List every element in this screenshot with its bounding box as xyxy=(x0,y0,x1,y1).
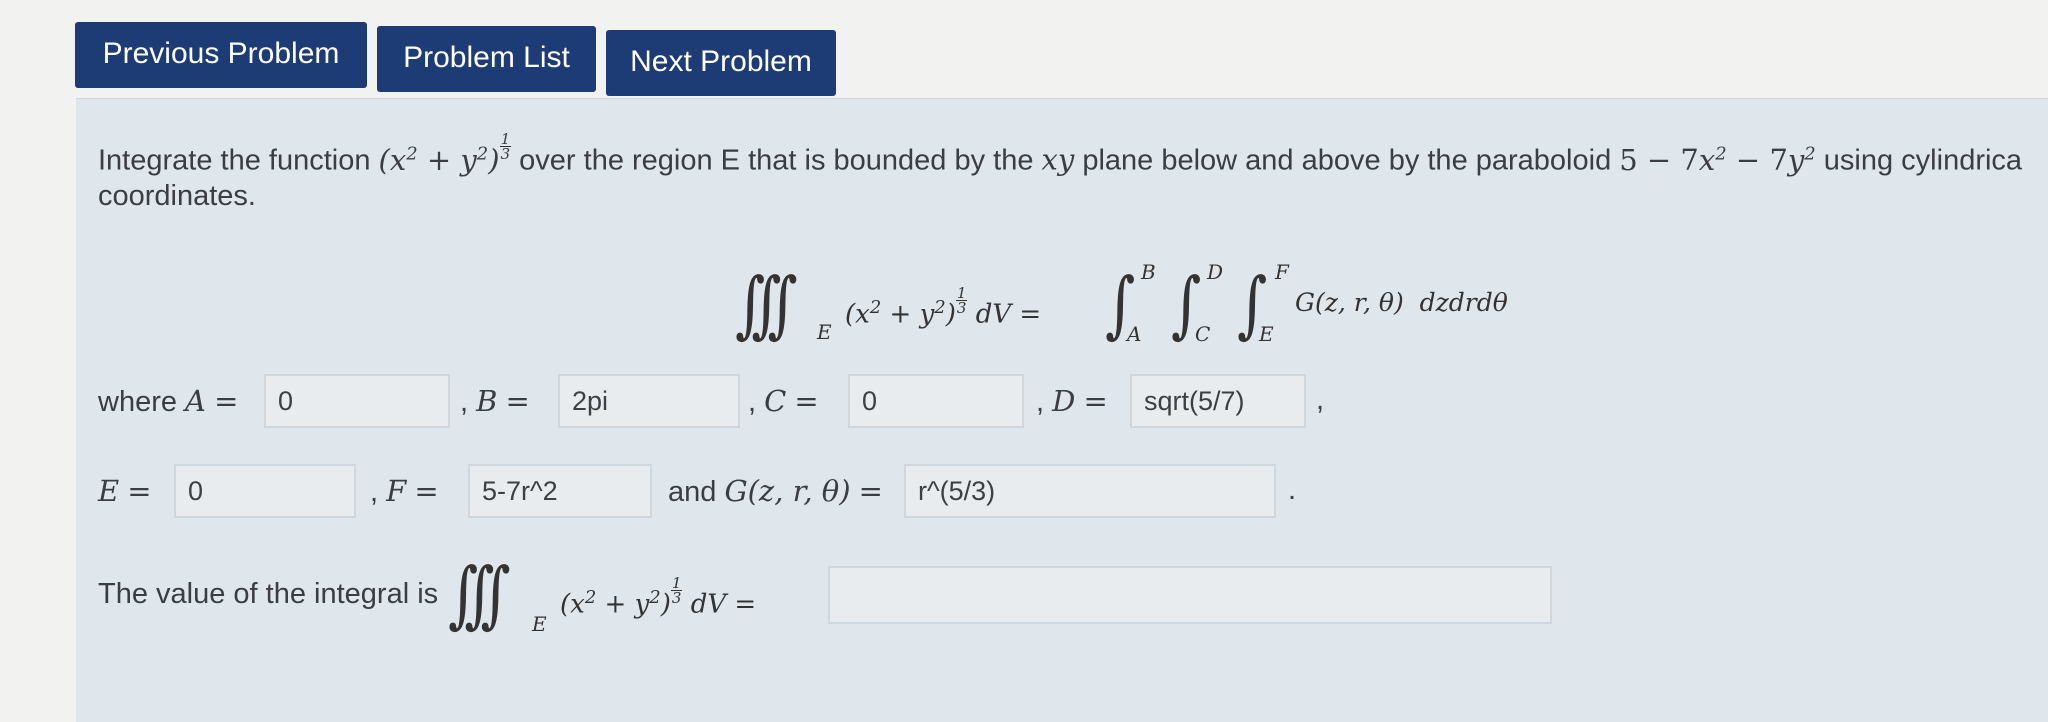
intro-after2: plane below and above by the paraboloid xyxy=(1074,144,1620,177)
lhs-integrand: (x2 + y2) 1 3 dV = xyxy=(845,284,1042,330)
answer-B-input[interactable] xyxy=(558,374,740,428)
problem-list-button[interactable]: Problem List xyxy=(377,26,596,92)
answer-A-input[interactable] xyxy=(264,374,450,428)
label-D: , D = xyxy=(1036,384,1108,418)
paraboloid-expression: 5 − 7x2 − 7y2 xyxy=(1619,142,1816,177)
label-where-A: where A = xyxy=(98,384,239,418)
intro-after: over the region E that is bounded by the xyxy=(511,144,1042,177)
trailing-comma-row1: , xyxy=(1316,384,1325,416)
rhs-integrand: G(z, r, θ) dzdrdθ xyxy=(1295,288,1508,317)
label-F: , F = xyxy=(370,474,439,508)
answer-G-input[interactable] xyxy=(904,464,1276,518)
problem-statement: Integrate the function (x2 + y2) 1 3 over … xyxy=(98,132,2022,178)
limit-C: C xyxy=(1195,322,1211,346)
value-integrand: (x2 + y2) 1 3 dV = xyxy=(560,574,757,620)
problem-statement-line2: coordinates. xyxy=(98,180,256,212)
plane-name: xy xyxy=(1041,142,1075,177)
value-region-subscript: E xyxy=(532,612,547,636)
where-text: where xyxy=(98,386,186,418)
integral-sign-middle: ∫ xyxy=(1171,261,1201,347)
webwork-problem-page: Previous Problem Problem List Next Probl… xyxy=(0,0,2048,722)
intro-before: Integrate the function xyxy=(98,144,379,177)
value-prompt: The value of the integral is xyxy=(98,578,439,610)
answer-D-input[interactable] xyxy=(1130,374,1306,428)
integral-sign-inner: ∫ xyxy=(1237,261,1267,347)
integral-value-input[interactable] xyxy=(828,566,1552,624)
integral-sign-outer: ∫ xyxy=(1105,261,1135,347)
value-integral-expression: ∫∫∫ E (x2 + y2) 1 3 dV = xyxy=(448,552,828,637)
and-text: and xyxy=(668,476,725,508)
intro-tail: using cylindrica xyxy=(1815,144,2023,177)
answer-E-input[interactable] xyxy=(174,464,356,518)
answer-F-input[interactable] xyxy=(468,464,652,518)
value-triple-integral-sign: ∫∫∫ xyxy=(448,551,511,637)
label-E: E = xyxy=(98,474,152,508)
limit-A: A xyxy=(1127,322,1142,346)
next-problem-button[interactable]: Next Problem xyxy=(606,30,836,96)
label-C: , C = xyxy=(748,384,819,418)
limit-E: E xyxy=(1259,322,1274,346)
trailing-period-row2: . xyxy=(1288,474,1297,506)
integral-equation: ∫∫∫ E (x2 + y2) 1 3 dV = ∫ B A ∫ D C ∫ F E… xyxy=(735,260,1555,352)
region-subscript: E xyxy=(817,320,832,344)
limit-B: B xyxy=(1141,260,1156,284)
answer-C-input[interactable] xyxy=(848,374,1024,428)
limit-D: D xyxy=(1207,260,1224,284)
triple-integral-sign: ∫∫∫ xyxy=(735,261,798,347)
label-B: , B = xyxy=(460,384,530,418)
previous-problem-button[interactable]: Previous Problem xyxy=(75,22,367,88)
label-and-G: and G(z, r, θ) = xyxy=(668,474,883,508)
limit-F: F xyxy=(1275,260,1289,284)
function-expression: (x2 + y2) 1 3 xyxy=(378,130,512,177)
